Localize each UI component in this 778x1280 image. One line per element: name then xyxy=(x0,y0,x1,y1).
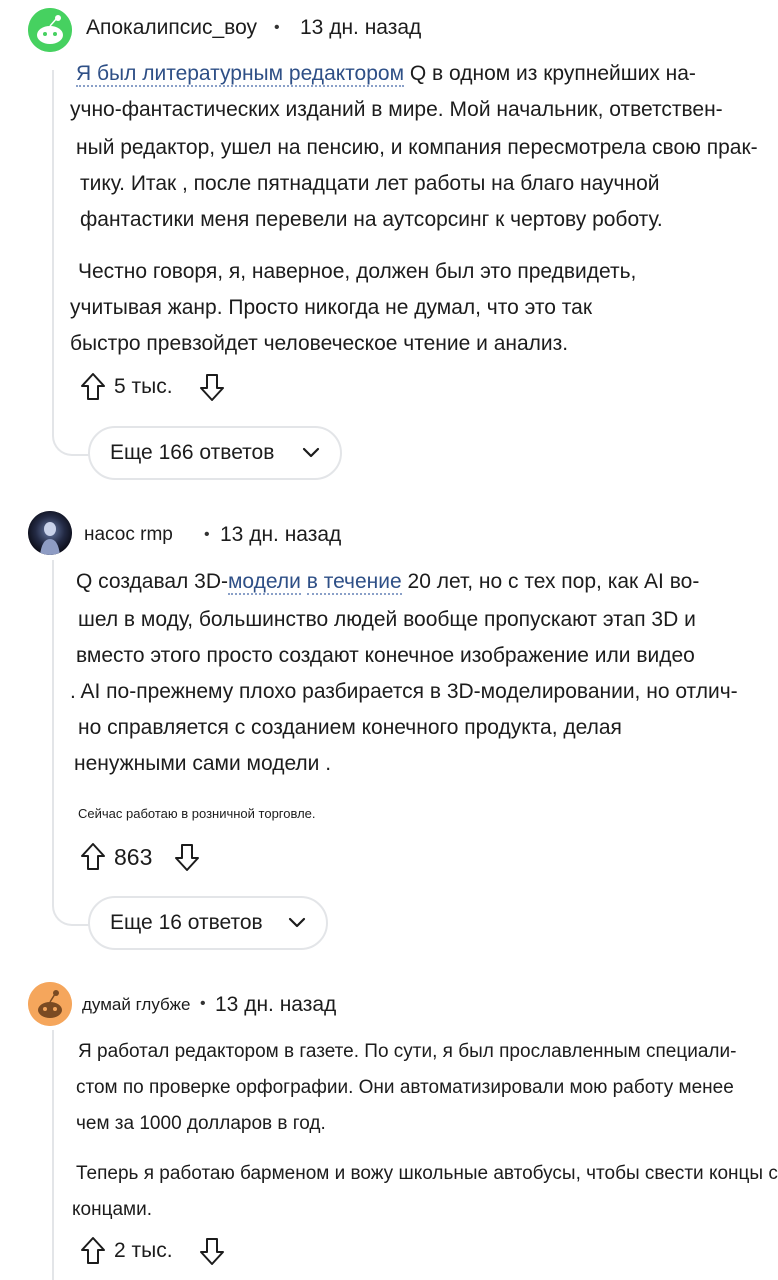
vote-bar: 2 тыс. xyxy=(80,1236,225,1266)
vote-count: 5 тыс. xyxy=(114,375,173,398)
comment-text-line: тику. Итак , после пятнадцати лет работы… xyxy=(80,172,660,195)
separator-dot: • xyxy=(204,526,210,543)
user-photo-avatar-icon xyxy=(28,511,72,555)
highlighted-text[interactable]: модели xyxy=(227,570,301,595)
comment-timestamp: 13 дн. назад xyxy=(215,993,337,1016)
downvote-arrow-icon[interactable] xyxy=(174,842,200,872)
comment-text-line: фантастики меня перевели на аутсорсинг к… xyxy=(80,208,663,231)
comment-text-line: чем за 1000 долларов в год. xyxy=(76,1113,326,1134)
thread-line-1 xyxy=(52,70,54,434)
upvote-arrow-icon[interactable] xyxy=(80,1236,106,1266)
vote-bar: 5 тыс. xyxy=(80,372,225,402)
comment-username[interactable]: думай глубже xyxy=(82,995,190,1015)
avatar[interactable] xyxy=(28,8,72,52)
comment-username[interactable]: Апокалипсис_воу xyxy=(86,16,257,40)
avatar[interactable] xyxy=(28,511,72,555)
vote-bar: 863 xyxy=(80,842,200,872)
comment-text-line: Я работал редактором в газете. По сути, … xyxy=(78,1041,737,1062)
comment-text-line: шел в моду, большинство людей вообще про… xyxy=(78,608,696,631)
comment-text-line: учно-фантастических изданий в мире. Мой … xyxy=(70,98,723,121)
comment-text-line: стом по проверке орфографии. Они автомат… xyxy=(76,1077,734,1098)
highlighted-text[interactable]: Я был литературным редактором xyxy=(76,62,405,87)
thread-curve-1 xyxy=(52,430,90,456)
comment-text-line: ненужными сами модели . xyxy=(74,752,332,775)
comment-text-line: Честно говоря, я, наверное, должен был э… xyxy=(78,260,637,283)
more-replies-button[interactable]: Еще 16 ответов xyxy=(88,896,328,950)
reddit-avatar-icon xyxy=(28,8,72,52)
comment-text-line: Q создавал 3D-модели в течение 20 лет, н… xyxy=(76,570,700,595)
comment-text-line: но справляется с созданием конечного про… xyxy=(78,716,622,739)
comment-text-line: концами. xyxy=(72,1199,152,1220)
comment-text-line: Теперь я работаю барменом и вожу школьны… xyxy=(76,1163,778,1184)
comment-text-line: ный редактор, ушел на пенсию, и компания… xyxy=(76,136,758,159)
downvote-arrow-icon[interactable] xyxy=(199,372,225,402)
comment-text-line: учитывая жанр. Просто никогда не думал, … xyxy=(70,296,593,319)
highlighted-text[interactable]: в течение xyxy=(306,570,402,595)
thread-line-2 xyxy=(52,560,54,905)
vote-count: 863 xyxy=(114,843,153,870)
vote-count: 2 тыс. xyxy=(114,1239,173,1262)
comment-text-line: быстро превзойдет человеческое чтение и … xyxy=(70,332,569,355)
reddit-avatar-icon xyxy=(28,982,72,1026)
comment-text-line: . AI по-прежнему плохо разбирается в 3D-… xyxy=(70,680,738,703)
more-replies-button[interactable]: Еще 166 ответов xyxy=(88,426,342,480)
avatar[interactable] xyxy=(28,982,72,1026)
chevron-down-icon xyxy=(288,917,306,928)
comment-timestamp: 13 дн. назад xyxy=(300,16,422,39)
separator-dot: • xyxy=(274,19,280,36)
downvote-arrow-icon[interactable] xyxy=(199,1236,225,1266)
comment-username[interactable]: насос rmp xyxy=(84,524,173,546)
comment-note: Сейчас работаю в розничной торговле. xyxy=(78,806,316,821)
comment-timestamp: 13 дн. назад xyxy=(220,523,342,546)
chevron-down-icon xyxy=(302,447,320,458)
more-replies-label: Еще 16 ответов xyxy=(110,911,263,934)
thread-line-3 xyxy=(52,1030,54,1280)
separator-dot: • xyxy=(200,995,206,1012)
comment-text-line: Я был литературным редактором Q в одном … xyxy=(76,62,696,87)
more-replies-label: Еще 166 ответов xyxy=(110,441,275,464)
upvote-arrow-icon[interactable] xyxy=(80,372,106,402)
comment-text-line: вместо этого просто создают конечное изо… xyxy=(76,644,695,667)
upvote-arrow-icon[interactable] xyxy=(80,842,106,872)
thread-curve-2 xyxy=(52,900,90,926)
